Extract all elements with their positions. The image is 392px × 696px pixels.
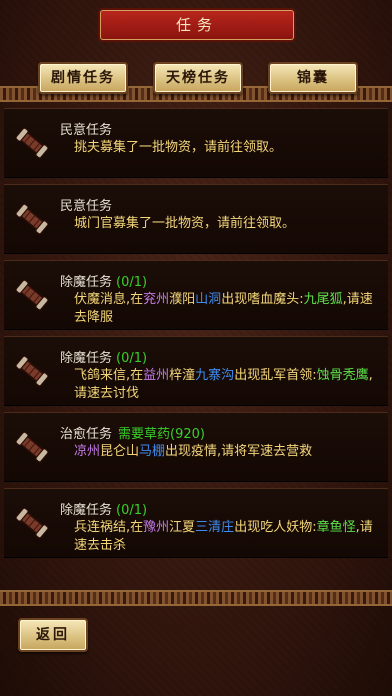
task-title: 除魔任务 (0/1) xyxy=(60,499,147,518)
task-description: 城门官募集了一批物资，请前往领取。 xyxy=(74,215,374,233)
task-row[interactable]: 民意任务城门官募集了一批物资，请前往领取。 xyxy=(4,184,388,254)
task-progress: (0/1) xyxy=(116,275,148,290)
task-type: 民意任务 xyxy=(60,199,113,214)
tab-brocade-bag[interactable]: 锦囊 xyxy=(268,62,358,94)
scroll-icon xyxy=(12,427,52,467)
task-row[interactable]: 治愈任务 需要草药(920) 凉州昆仑山马棚出现疫情,请将军速去营救 xyxy=(4,412,388,482)
scroll-icon xyxy=(12,123,52,163)
task-title: 除魔任务 (0/1) xyxy=(60,271,147,290)
task-row[interactable]: 除魔任务 (0/1) 兵连祸结,在豫州江夏三清庄出现吃人妖物:章鱼怪,请速去击杀 xyxy=(4,488,388,558)
task-description: 兵连祸结,在豫州江夏三清庄出现吃人妖物:章鱼怪,请速去击杀 xyxy=(74,519,374,555)
task-description-segment: 伏魔消息,在 xyxy=(74,292,144,307)
task-title: 民意任务 xyxy=(60,195,112,214)
task-description-segment: 三清庄 xyxy=(195,520,235,535)
task-description-segment: 挑夫募集了一批物资，请前往领取。 xyxy=(74,140,283,155)
bottom-border-ornament xyxy=(0,590,392,606)
task-description-segment: 出现乱军首领: xyxy=(234,368,317,383)
task-description-segment: 出现吃人妖物: xyxy=(234,520,317,535)
task-type: 除魔任务 xyxy=(60,275,113,290)
page-title: 任务 xyxy=(100,10,294,40)
task-type: 治愈任务 xyxy=(60,427,113,442)
scroll-icon xyxy=(12,351,52,391)
task-description-segment: 蚀骨秃鹰 xyxy=(316,368,369,383)
scroll-icon xyxy=(12,275,52,315)
tab-story-quests[interactable]: 剧情任务 xyxy=(38,62,128,94)
task-type: 除魔任务 xyxy=(60,351,113,366)
task-description-segment: 昆仑山 xyxy=(100,444,140,459)
task-description-segment: 益州 xyxy=(143,368,170,383)
task-title: 民意任务 xyxy=(60,119,112,138)
task-row[interactable]: 除魔任务 (0/1) 飞鸽来信,在益州梓潼九寨沟出现乱军首领:蚀骨秃鹰,请速去讨伐 xyxy=(4,336,388,406)
task-description: 飞鸽来信,在益州梓潼九寨沟出现乱军首领:蚀骨秃鹰,请速去讨伐 xyxy=(74,367,374,403)
task-title: 除魔任务 (0/1) xyxy=(60,347,147,366)
task-description: 挑夫募集了一批物资，请前往领取。 xyxy=(74,139,374,157)
task-row[interactable]: 民意任务挑夫募集了一批物资，请前往领取。 xyxy=(4,108,388,178)
task-description-segment: 豫州 xyxy=(143,520,170,535)
task-description-segment: 兖州 xyxy=(143,292,170,307)
task-description-segment: 九尾狐 xyxy=(303,292,343,307)
task-progress: (0/1) xyxy=(116,503,148,518)
task-progress: (0/1) xyxy=(116,351,148,366)
back-button[interactable]: 返回 xyxy=(18,618,88,652)
scroll-icon xyxy=(12,199,52,239)
task-description: 伏魔消息,在兖州濮阳山洞出现嗜血魔头:九尾狐,请速去降服 xyxy=(74,291,374,327)
task-type: 除魔任务 xyxy=(60,503,113,518)
task-description-segment: 出现疫情,请将军速去营救 xyxy=(165,444,313,459)
task-description-segment: 凉州 xyxy=(74,444,101,459)
task-type: 民意任务 xyxy=(60,123,113,138)
task-description: 凉州昆仑山马棚出现疫情,请将军速去营救 xyxy=(74,443,374,461)
task-description-segment: 飞鸽来信,在 xyxy=(74,368,144,383)
task-description-segment: 兵连祸结,在 xyxy=(74,520,144,535)
task-description-segment: 马棚 xyxy=(139,444,166,459)
task-description-segment: 章鱼怪 xyxy=(316,520,356,535)
task-description-segment: 出现嗜血魔头: xyxy=(221,292,304,307)
task-list: 民意任务 挑夫募集了一批物资，请前往领取。 民意任务 城门官募集了一批物资，请前往领取… xyxy=(4,108,388,564)
task-description-segment: 九寨沟 xyxy=(195,368,235,383)
task-description-segment: 江夏 xyxy=(169,520,196,535)
task-description-segment: 濮阳 xyxy=(169,292,196,307)
task-description-segment: 山洞 xyxy=(195,292,222,307)
tab-heaven-list-quests[interactable]: 天榜任务 xyxy=(153,62,243,94)
task-description-segment: 城门官募集了一批物资，请前往领取。 xyxy=(74,216,296,231)
task-title: 治愈任务 需要草药(920) xyxy=(60,423,205,442)
scroll-icon xyxy=(12,503,52,543)
task-row[interactable]: 除魔任务 (0/1) 伏魔消息,在兖州濮阳山洞出现嗜血魔头:九尾狐,请速去降服 xyxy=(4,260,388,330)
task-description-segment: 梓潼 xyxy=(169,368,196,383)
task-requirement: 需要草药(920) xyxy=(118,427,205,442)
